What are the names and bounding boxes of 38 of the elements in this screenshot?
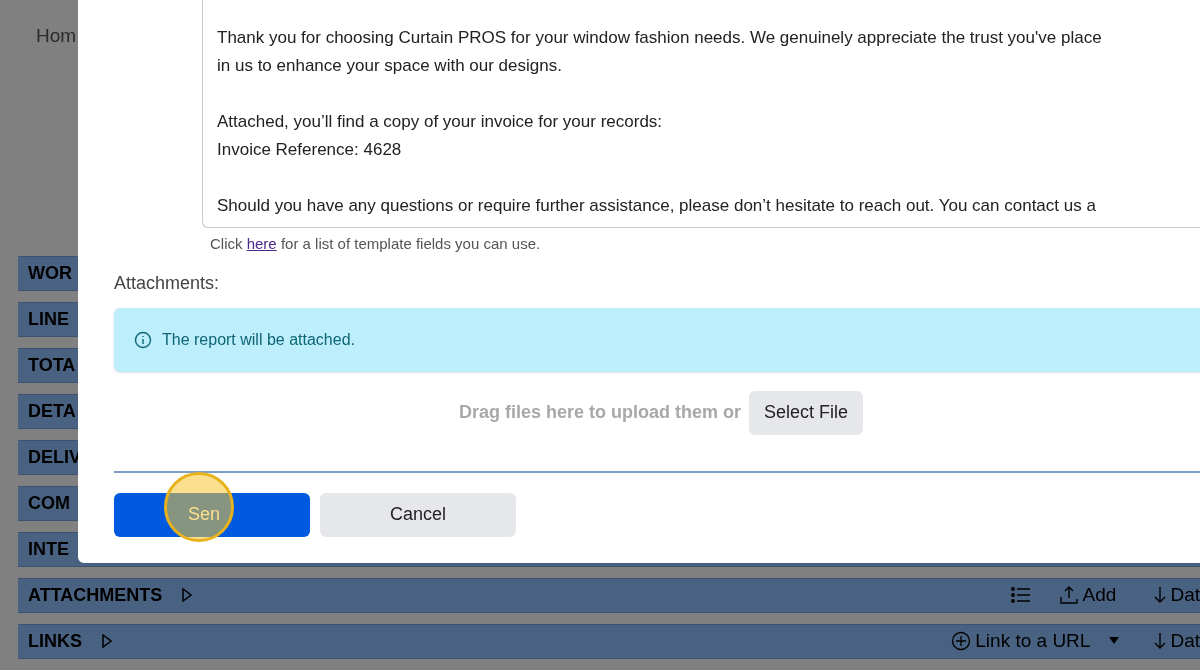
list-icon[interactable] <box>1010 587 1031 603</box>
template-hint: Click here for a list of template fields you can use. <box>210 234 541 254</box>
plus-circle-icon <box>951 631 972 651</box>
email-body-field[interactable] <box>202 0 1200 228</box>
arrow-down-icon <box>1154 632 1167 650</box>
email-text-line: Attached, you’ll find a copy of your invoice for your records: <box>217 111 663 133</box>
email-text-line: Thank you for choosing Curtain PROS for your window fashion needs. We genuinely appreciate the trust you've place <box>217 27 1102 49</box>
upload-icon <box>1058 585 1079 605</box>
section-title: COM <box>28 491 70 515</box>
section-header-bar[interactable]: LINKS Link to a URL Dat <box>18 623 1200 659</box>
section-title: DETA <box>28 399 76 423</box>
caret-icon[interactable] <box>1108 636 1121 646</box>
section-title: TOTA <box>28 353 76 377</box>
email-text-line: Should you have any questions or require further assistance, please don’t hesitate to reach out. You can contact us a <box>217 195 1096 217</box>
section-title: ATTACHMENTS <box>28 583 163 607</box>
email-text-line: Invoice Reference: 4628 <box>217 139 402 161</box>
arrow-down-icon <box>1154 586 1167 604</box>
sort-date-button[interactable]: Dat <box>1154 626 1200 656</box>
here-link[interactable]: here <box>246 235 277 252</box>
sort-date-button[interactable]: Dat <box>1154 580 1200 610</box>
send-button[interactable]: Sen <box>114 492 310 537</box>
attachments-label: Attachments: <box>114 271 220 295</box>
cancel-button[interactable]: Cancel <box>320 492 516 537</box>
section-title: LINE <box>28 307 69 331</box>
section-title: DELIV <box>28 445 81 469</box>
drop-zone-text: Drag files here to upload them or <box>458 401 741 424</box>
section-title: WOR <box>28 261 72 285</box>
section-header-bar[interactable]: ATTACHMENTS Add Dat <box>18 577 1200 613</box>
info-icon <box>134 330 152 349</box>
link-url-button[interactable]: Link to a URL <box>951 626 1091 656</box>
expand-triangle-icon[interactable] <box>182 588 193 602</box>
expand-triangle-icon[interactable] <box>102 634 112 648</box>
info-text: The report will be attached. <box>162 329 355 350</box>
add-button[interactable]: Add <box>1058 580 1117 610</box>
section-title: INTE <box>28 537 69 561</box>
section-title: LINKS <box>28 629 82 653</box>
select-file-button[interactable]: Select File <box>749 390 864 435</box>
email-text-line: in us to enhance your space with our designs. <box>217 55 562 77</box>
